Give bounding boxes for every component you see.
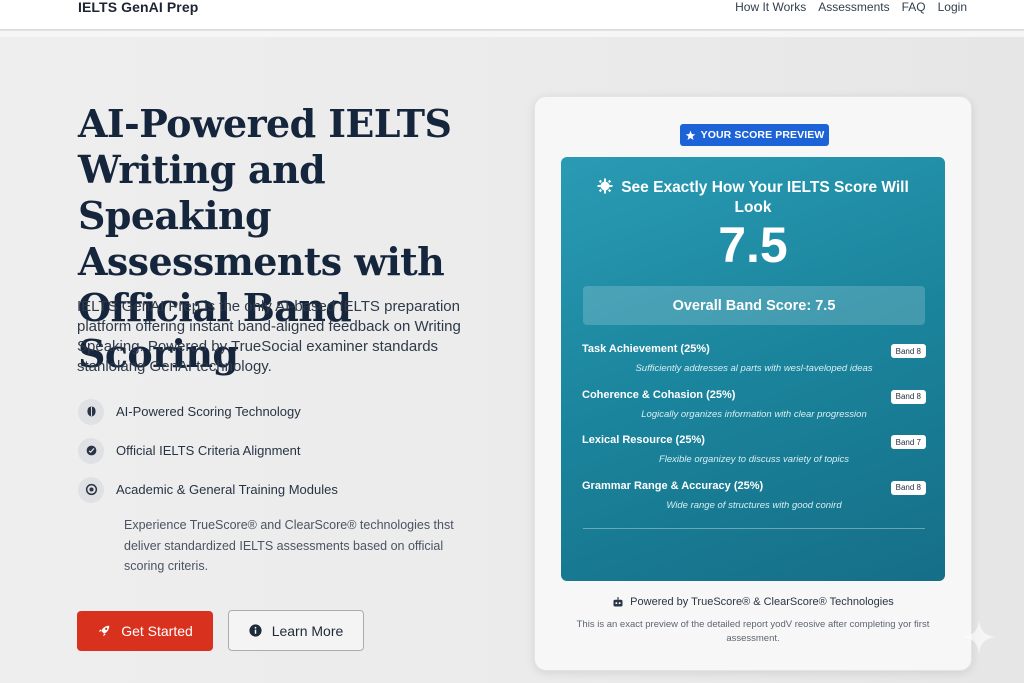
rocket-icon <box>98 625 110 637</box>
feature-list: AI-Powered Scoring Technology Official I… <box>78 392 338 509</box>
score-heading-text: See Exactly How Your IELTS Score Will Lo… <box>621 179 909 216</box>
criterion-lexical-resource: Lexical Resource (25%) Band 7 Flexible o… <box>582 434 926 480</box>
check-badge-icon <box>78 437 104 464</box>
criterion-name: Grammar Range & Accuracy (25%) <box>582 479 764 492</box>
get-started-button[interactable]: Get Started <box>77 611 213 651</box>
feature-label: AI-Powered Scoring Technology <box>116 404 301 419</box>
overall-score-number: 7.5 <box>718 217 788 273</box>
score-preview-label: YOUR SCORE PREVIEW <box>700 129 825 141</box>
info-icon <box>249 624 262 637</box>
main-nav: How It Works Assessments FAQ Login <box>735 0 967 14</box>
criterion-task-achievement: Task Achievement (25%) Band 8 Sufficient… <box>582 343 926 389</box>
criterion-name: Lexical Resource (25%) <box>582 434 705 446</box>
criterion-description: Wide range of structures with good conir… <box>666 499 842 511</box>
robot-icon <box>613 597 623 607</box>
nav-login[interactable]: Login <box>938 0 967 14</box>
learn-more-button[interactable]: Learn More <box>228 610 364 651</box>
technology-description: Experience TrueScore® and ClearScore® te… <box>124 518 454 573</box>
top-navigation-bar: IELTS GenAI Prep How It Works Assessment… <box>0 0 1024 30</box>
gear-icon <box>597 178 613 194</box>
powered-by-text: Powered by TrueScore® & ClearScore® Tech… <box>630 596 894 608</box>
overall-band-score: Overall Band Score: 7.5 <box>583 286 925 325</box>
criterion-name: Coherence & Cohasion (25%) <box>582 388 736 401</box>
criterion-coherence-cohesion: Coherence & Cohasion (25%) Band 8 Logica… <box>582 389 926 435</box>
nav-faq[interactable]: FAQ <box>902 0 926 14</box>
band-badge: Band 8 <box>890 389 926 404</box>
nav-assessments[interactable]: Assessments <box>818 0 889 14</box>
feature-label: Official IELTS Criteria Alignment <box>116 443 301 458</box>
hero-description: IELTS GenAI Prep is the only AI-based IE… <box>77 298 461 375</box>
criteria-list: Task Achievement (25%) Band 8 Sufficient… <box>582 343 926 525</box>
learn-more-label: Learn More <box>271 622 344 639</box>
feature-item-criteria: Official IELTS Criteria Alignment <box>78 431 338 470</box>
criterion-description: Flexible organizey to discuss variety of… <box>658 454 850 465</box>
band-badge: Band 7 <box>890 435 926 449</box>
powered-by-line: Powered by TrueScore® & ClearScore® Tech… <box>534 596 972 608</box>
criterion-description: Sufficiently addresses al parts with wes… <box>635 363 873 374</box>
brand-logo[interactable]: IELTS GenAI Prep <box>78 0 198 15</box>
score-preview-badge: YOUR SCORE PREVIEW <box>680 124 829 146</box>
preview-footnote: This is an exact preview of the detailed… <box>576 619 930 644</box>
sparkle-icon <box>961 619 997 655</box>
score-heading: See Exactly How Your IELTS Score Will Lo… <box>561 178 945 218</box>
panel-divider <box>583 528 925 529</box>
criterion-description: Logically organizes information with cle… <box>641 408 867 420</box>
brain-icon <box>78 398 104 425</box>
criterion-grammar-accuracy: Grammar Range & Accuracy (25%) Band 8 Wi… <box>582 480 926 526</box>
feature-label: Academic & General Training Modules <box>116 482 338 497</box>
target-icon <box>78 476 104 503</box>
criterion-name: Task Achievement (25%) <box>582 343 710 355</box>
feature-item-ai-scoring: AI-Powered Scoring Technology <box>78 392 338 431</box>
get-started-label: Get Started <box>121 623 193 639</box>
feature-item-modules: Academic & General Training Modules <box>78 470 338 509</box>
nav-how-it-works[interactable]: How It Works <box>735 0 806 14</box>
band-badge: Band 8 <box>890 344 926 358</box>
star-icon <box>685 130 695 140</box>
band-badge: Band 8 <box>890 480 926 495</box>
